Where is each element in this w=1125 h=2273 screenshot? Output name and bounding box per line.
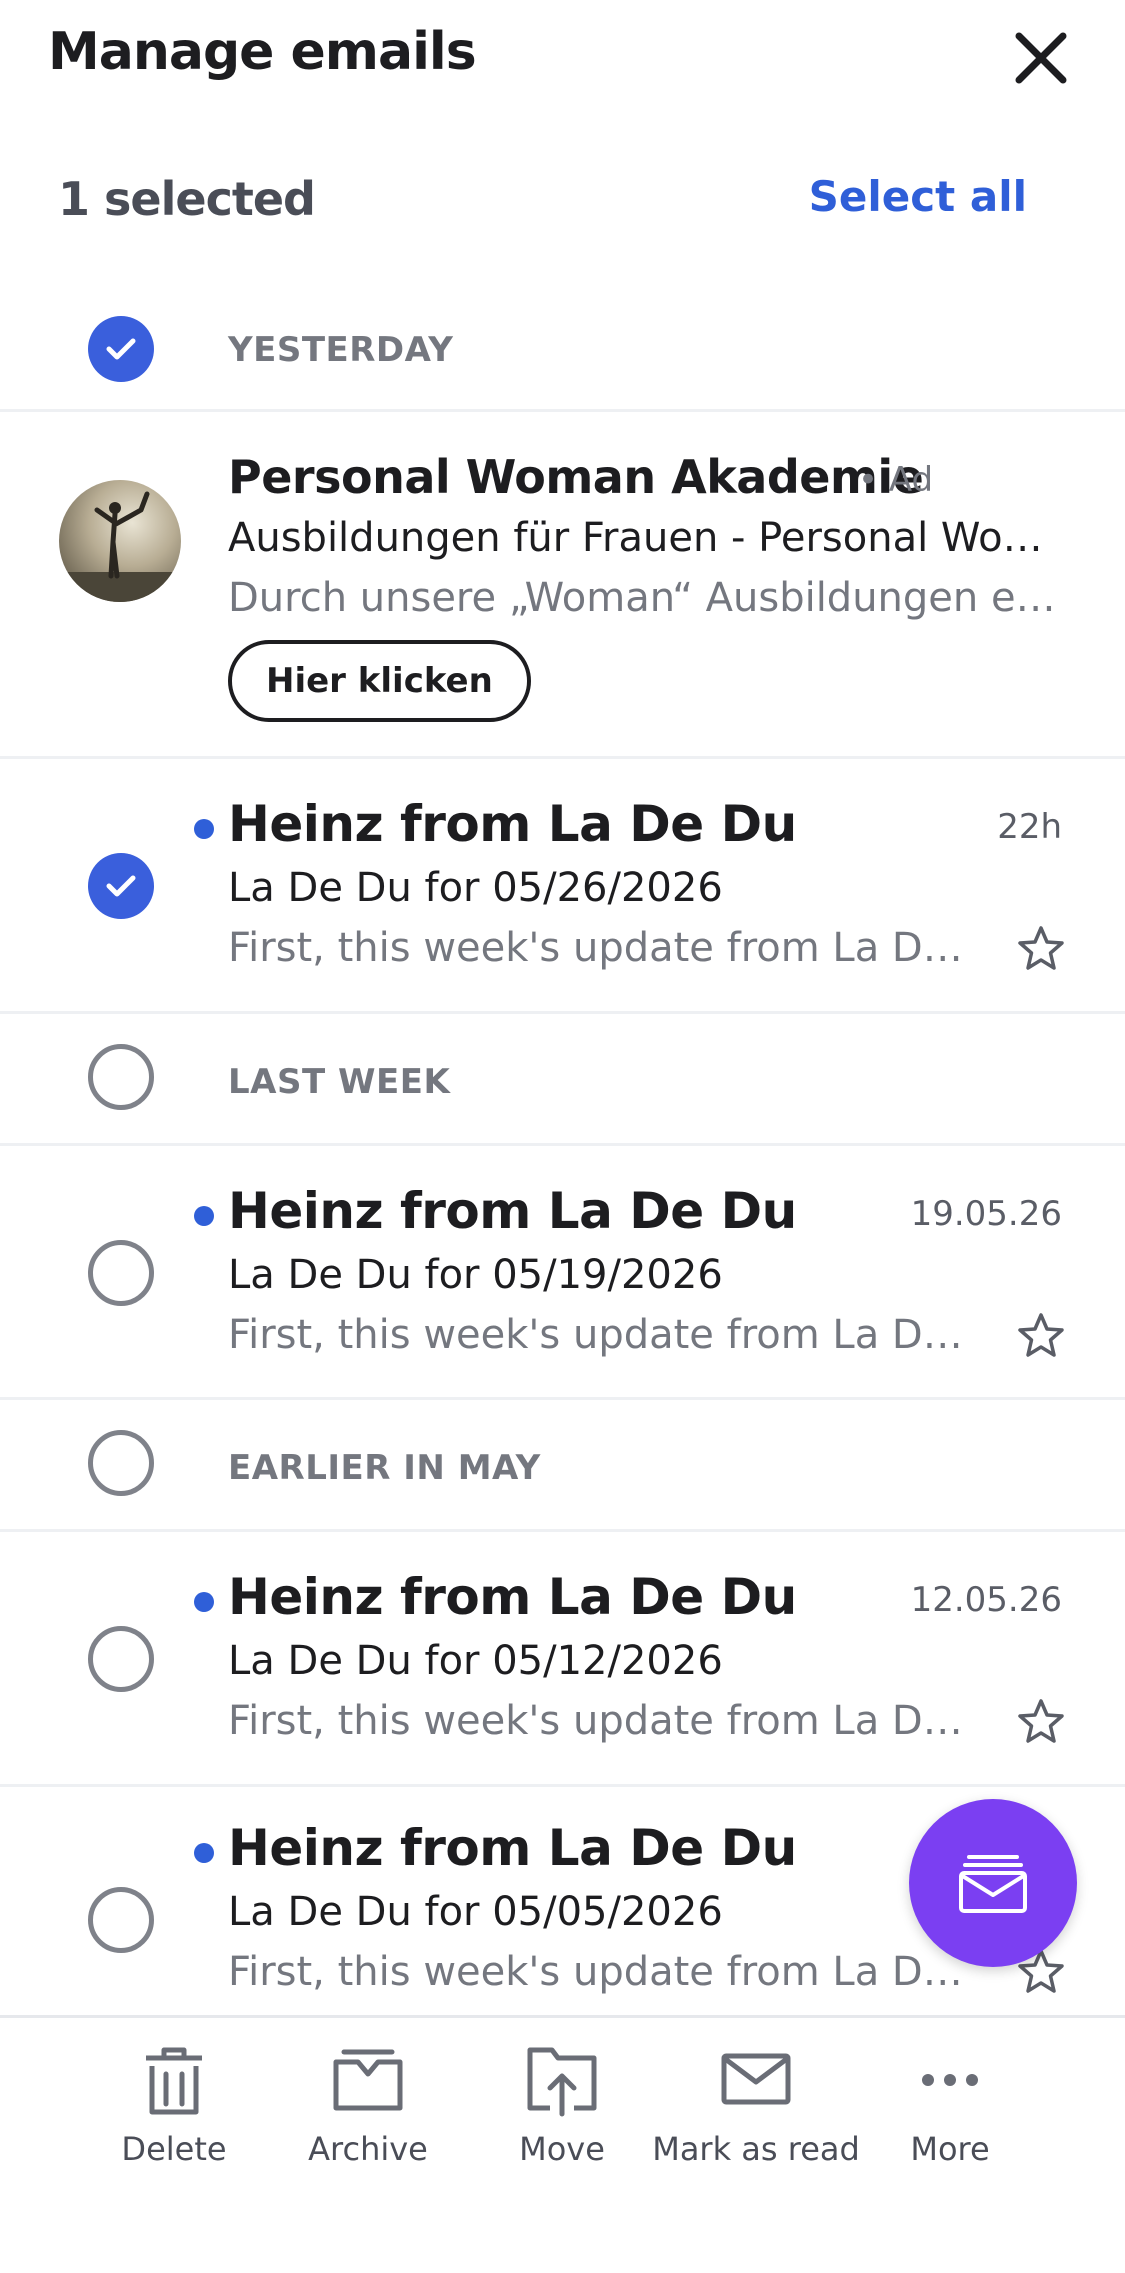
ad-item[interactable]: Personal Woman Akademie • Ad Ausbildunge… — [0, 412, 1125, 759]
email-preview: First, this week's update from La De Du — [228, 1698, 980, 1744]
more-button[interactable]: More — [850, 2042, 1050, 2182]
email-row[interactable]: Heinz from La De Du 12.05.26 La De Du fo… — [0, 1532, 1125, 1787]
envelope-icon — [721, 2053, 791, 2105]
select-all-button[interactable]: Select all — [809, 172, 1027, 221]
email-sender: Heinz from La De Du — [228, 795, 797, 853]
email-preview: First, this week's update from La De Du — [228, 925, 980, 971]
mark-as-read-label: Mark as read — [652, 2130, 860, 2168]
email-checkbox[interactable] — [88, 1240, 154, 1306]
ad-badge: • Ad — [858, 460, 934, 500]
ad-subject: Ausbildungen für Frauen - Personal Woman… — [228, 515, 1068, 561]
selection-bar: 1 selected Select all — [0, 160, 1125, 240]
close-button[interactable] — [1005, 22, 1077, 94]
section-checkbox-earlier-in-may[interactable] — [88, 1430, 154, 1496]
move-button[interactable]: Move — [462, 2042, 662, 2182]
avatar — [59, 480, 181, 602]
ad-cta-button[interactable]: Hier klicken — [228, 640, 531, 722]
section-header-yesterday: YESTERDAY — [0, 290, 1125, 412]
section-header-earlier-in-may: EARLIER IN MAY — [0, 1400, 1125, 1532]
email-subject: La De Du for 05/12/2026 — [228, 1638, 723, 1684]
star-icon[interactable] — [1016, 1311, 1066, 1361]
email-time: 19.05.26 — [910, 1194, 1062, 1234]
section-label: YESTERDAY — [228, 330, 454, 370]
section-header-last-week: LAST WEEK — [0, 1014, 1125, 1146]
header: Manage emails — [0, 0, 1125, 110]
more-label: More — [910, 2130, 990, 2168]
archive-label: Archive — [308, 2130, 428, 2168]
ad-cta-label: Hier klicken — [266, 661, 493, 701]
compose-icon — [959, 1855, 1027, 1913]
email-subject: La De Du for 05/05/2026 — [228, 1889, 723, 1935]
unread-indicator — [194, 1843, 214, 1863]
selected-count: 1 selected — [58, 172, 316, 226]
page-title: Manage emails — [48, 22, 477, 82]
email-sender: Heinz from La De Du — [228, 1568, 797, 1626]
check-icon — [106, 338, 136, 360]
trash-icon — [146, 2047, 202, 2115]
unread-indicator — [194, 819, 214, 839]
email-checkbox[interactable] — [88, 1626, 154, 1692]
email-row[interactable]: Heinz from La De Du 22h La De Du for 05/… — [0, 759, 1125, 1014]
move-icon — [527, 2047, 597, 2117]
archive-button[interactable]: Archive — [268, 2042, 468, 2182]
email-time: 12.05.26 — [910, 1580, 1062, 1620]
delete-label: Delete — [121, 2130, 227, 2168]
section-label: EARLIER IN MAY — [228, 1448, 541, 1488]
email-checkbox[interactable] — [88, 853, 154, 919]
star-icon[interactable] — [1016, 1697, 1066, 1747]
email-time: 22h — [997, 807, 1062, 847]
email-preview: First, this week's update from La De Du — [228, 1949, 980, 1995]
unread-indicator — [194, 1592, 214, 1612]
section-checkbox-yesterday[interactable] — [88, 316, 154, 382]
ad-title: Personal Woman Akademie — [228, 450, 924, 504]
archive-icon — [333, 2049, 403, 2111]
check-icon — [106, 875, 136, 897]
close-icon — [1015, 32, 1067, 84]
compose-button[interactable] — [909, 1799, 1077, 1967]
section-label: LAST WEEK — [228, 1062, 451, 1102]
email-subject: La De Du for 05/19/2026 — [228, 1252, 723, 1298]
email-row[interactable]: Heinz from La De Du 19.05.26 La De Du fo… — [0, 1146, 1125, 1400]
email-preview: First, this week's update from La De Du — [228, 1312, 980, 1358]
move-label: Move — [519, 2130, 605, 2168]
section-checkbox-last-week[interactable] — [88, 1044, 154, 1110]
email-checkbox[interactable] — [88, 1887, 154, 1953]
mark-as-read-button[interactable]: Mark as read — [652, 2042, 860, 2182]
more-icon — [922, 2074, 978, 2086]
email-sender: Heinz from La De Du — [228, 1819, 797, 1877]
email-sender: Heinz from La De Du — [228, 1182, 797, 1240]
bottom-toolbar: Delete Archive Move Mark as read More — [0, 2015, 1125, 2273]
delete-button[interactable]: Delete — [74, 2042, 274, 2182]
email-list: YESTERDAY Personal Woman Akademie • Ad A… — [0, 290, 1125, 2042]
star-icon[interactable] — [1016, 924, 1066, 974]
ad-preview: Durch unsere „Woman“ Ausbildungen erlang… — [228, 575, 1068, 621]
unread-indicator — [194, 1206, 214, 1226]
email-subject: La De Du for 05/26/2026 — [228, 865, 723, 911]
